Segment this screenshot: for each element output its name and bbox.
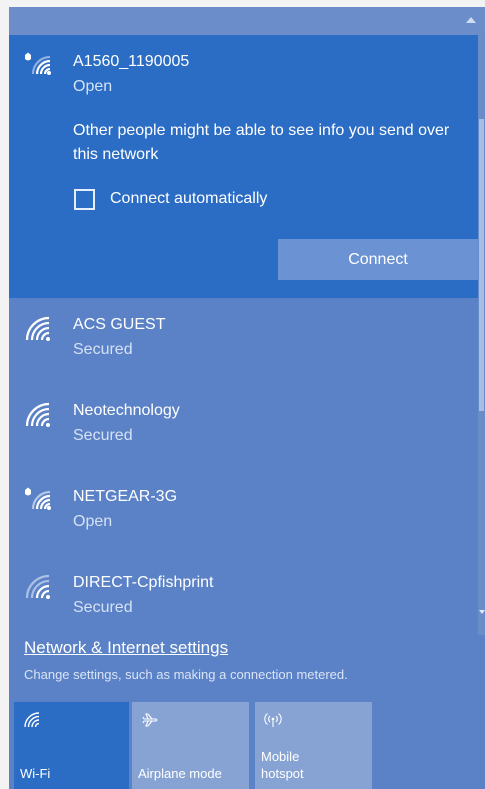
network-status: Secured <box>73 427 133 444</box>
wifi-shield-icon <box>25 487 51 510</box>
network-name: ACS GUEST <box>73 316 166 333</box>
connect-automatically-checkbox[interactable] <box>74 189 95 210</box>
tile-label: Airplane mode <box>138 766 222 781</box>
wifi-signal-icon <box>25 574 50 599</box>
wifi-signal-icon <box>25 316 50 341</box>
network-flyout: A1560_1190005 Open Other people might be… <box>9 7 485 789</box>
tile-label: Mobile hotspot <box>261 749 304 781</box>
network-item[interactable]: DIRECT-Cpfishprint Secured <box>9 556 478 628</box>
network-settings-link[interactable]: Network & Internet settings <box>24 638 228 658</box>
network-name: A1560_1190005 <box>73 53 190 70</box>
network-status: Open <box>73 513 113 530</box>
hotspot-icon <box>264 713 282 727</box>
network-settings-description: Change settings, such as making a connec… <box>24 667 348 682</box>
network-status: Secured <box>73 599 133 616</box>
network-status: Secured <box>73 341 133 358</box>
wifi-icon <box>24 712 40 728</box>
network-item[interactable]: NETGEAR-3G Open <box>9 470 478 556</box>
network-status: Open <box>73 78 113 95</box>
wifi-shield-icon <box>25 52 51 75</box>
network-name: Neotechnology <box>73 402 180 419</box>
selected-network[interactable]: A1560_1190005 Open Other people might be… <box>9 35 478 298</box>
network-item[interactable]: Neotechnology Secured <box>9 384 478 470</box>
wifi-toggle-tile[interactable]: Wi-Fi <box>14 702 129 789</box>
network-list: ACS GUEST Secured Neotechnology Secured <box>9 298 478 628</box>
connect-automatically-label[interactable]: Connect automatically <box>110 190 267 208</box>
scroll-up-icon[interactable] <box>466 17 476 23</box>
scrollbar-thumb[interactable] <box>479 119 484 411</box>
scroll-down-icon[interactable] <box>479 610 485 614</box>
airplane-mode-tile[interactable]: Airplane mode <box>132 702 249 789</box>
wifi-signal-icon <box>25 402 50 427</box>
connect-button[interactable]: Connect <box>278 239 478 280</box>
tile-label: Wi-Fi <box>20 766 51 781</box>
mobile-hotspot-tile[interactable]: Mobile hotspot <box>255 702 372 789</box>
security-warning: Other people might be able to see info y… <box>73 122 450 163</box>
network-name: DIRECT-Cpfishprint <box>73 574 214 591</box>
network-item[interactable]: ACS GUEST Secured <box>9 298 478 384</box>
flyout-top-edge <box>9 7 485 35</box>
airplane-icon <box>142 713 158 727</box>
network-name: NETGEAR-3G <box>73 488 178 505</box>
